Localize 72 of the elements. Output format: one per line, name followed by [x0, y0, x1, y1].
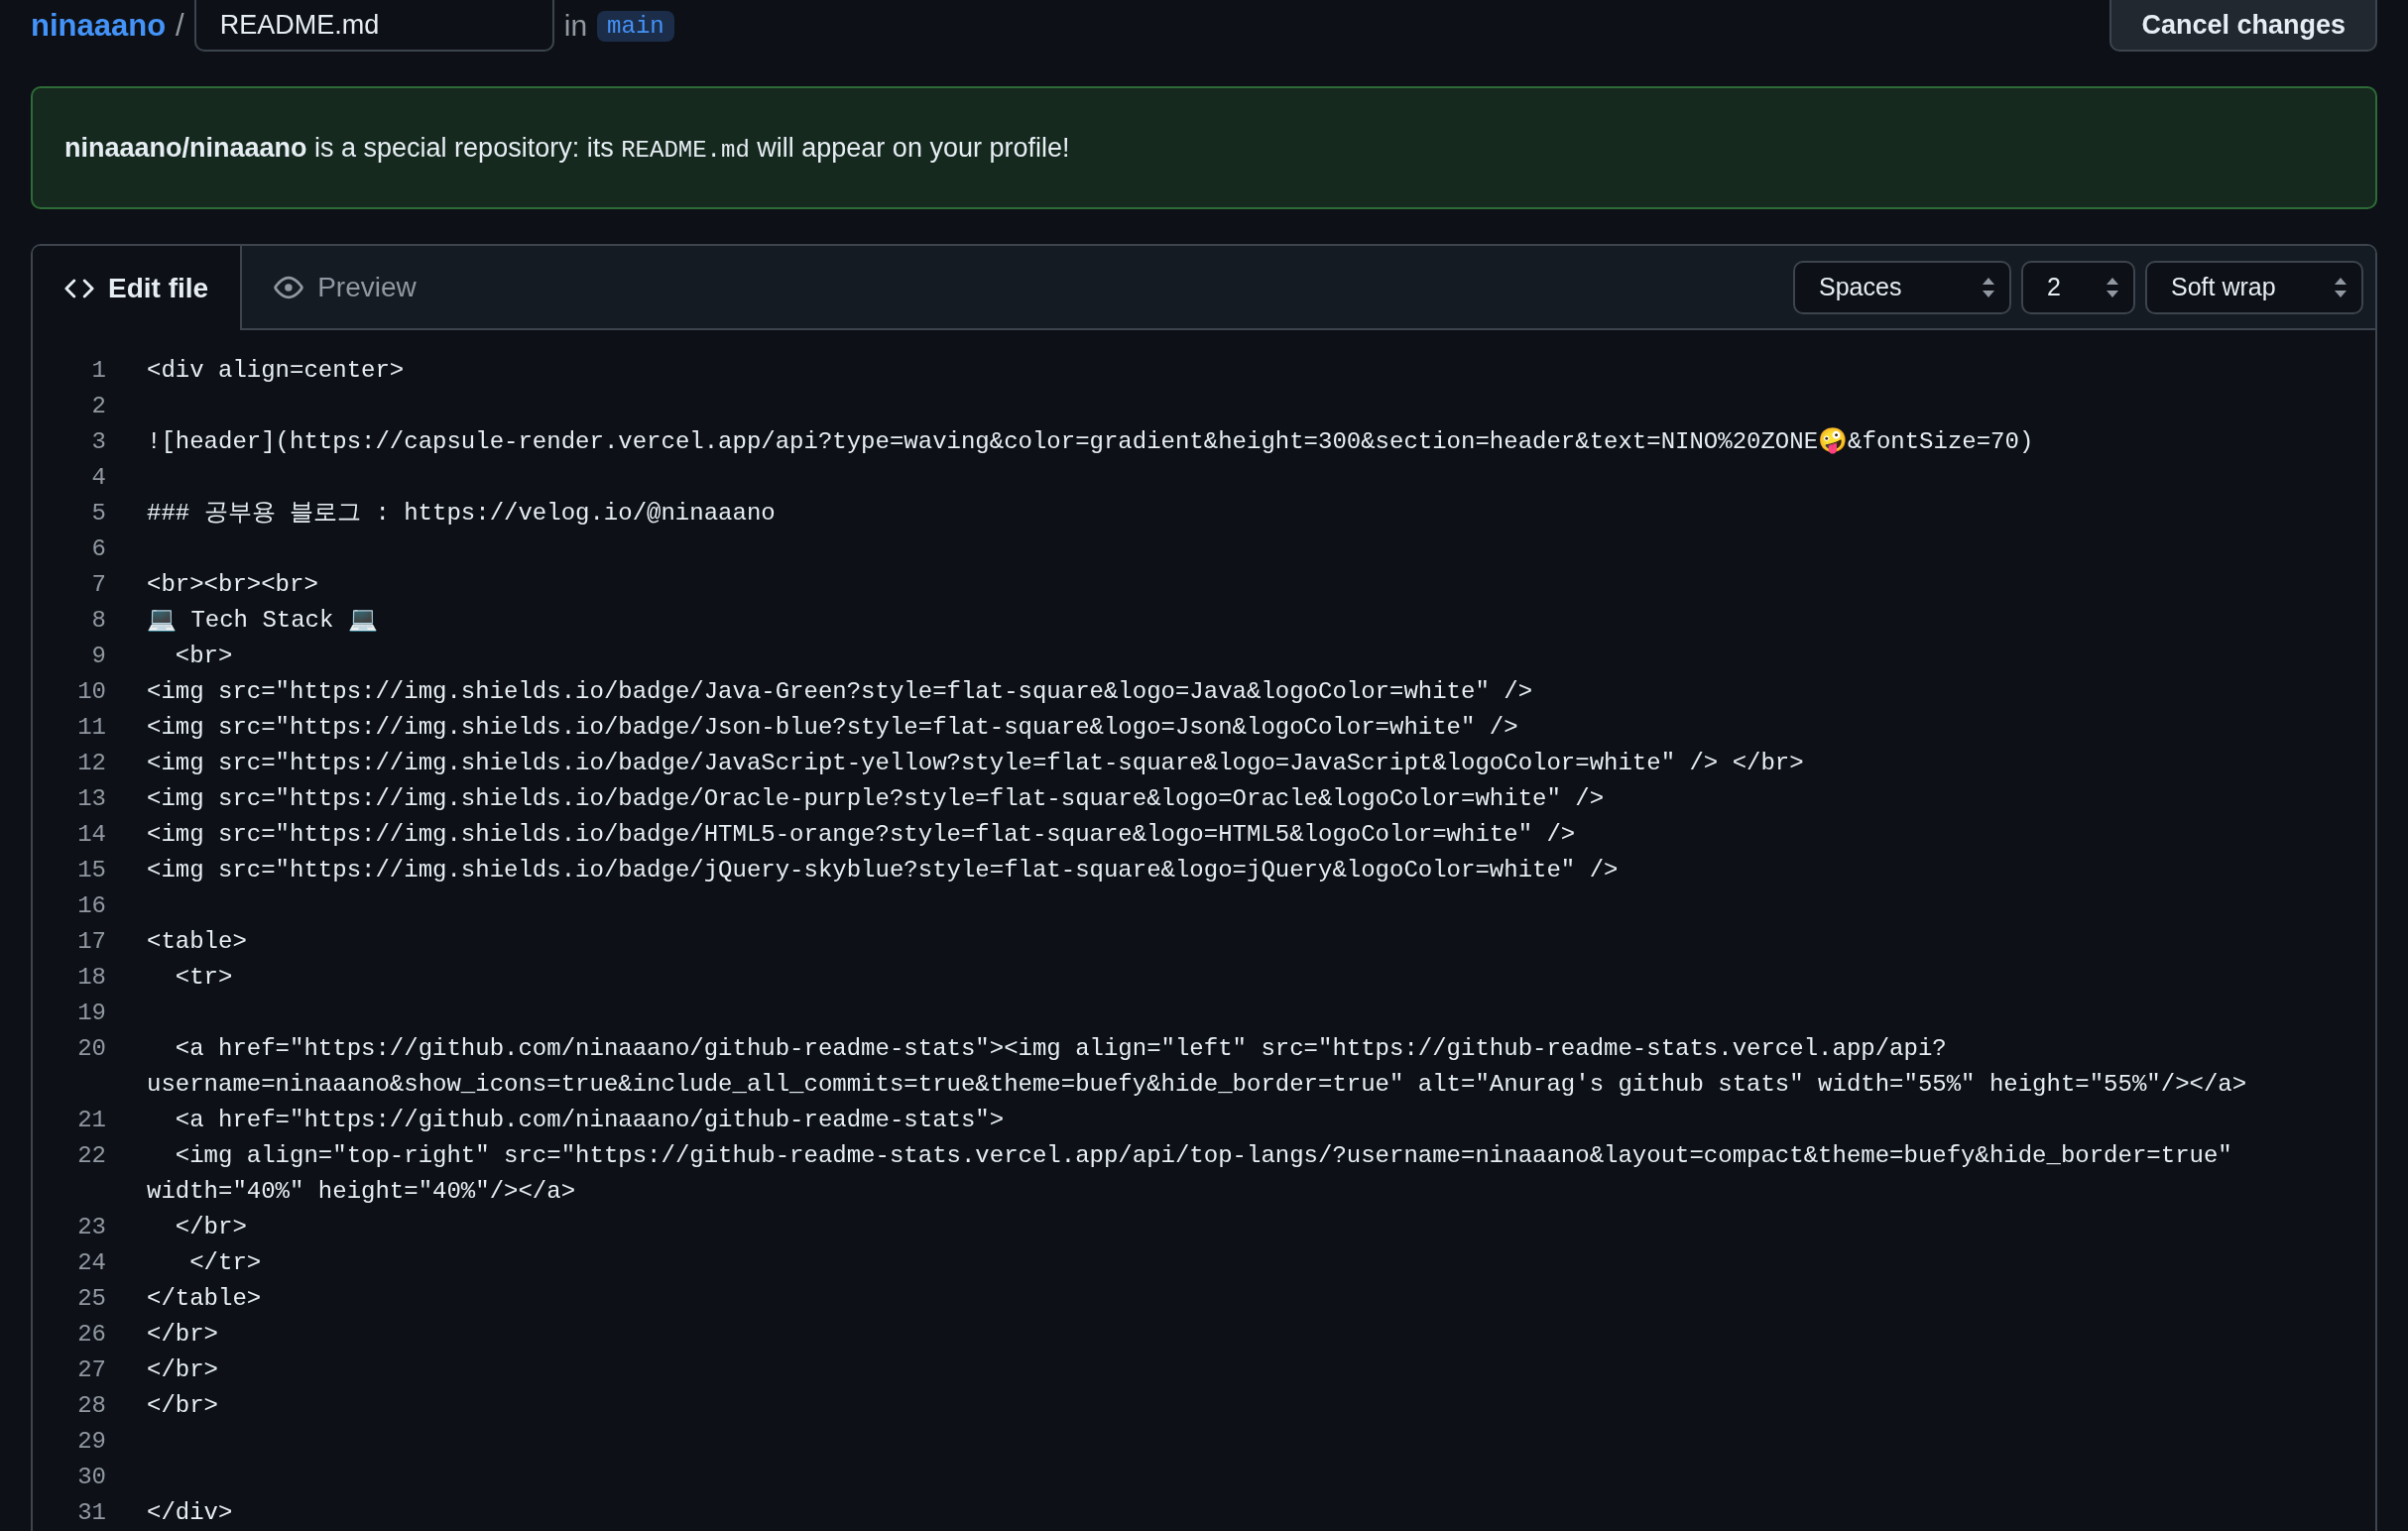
code-line: </table>: [147, 1284, 262, 1314]
line-number: 2: [90, 392, 106, 421]
line-number: 21: [76, 1106, 106, 1135]
line-number: 1: [90, 356, 106, 386]
line-number: 14: [76, 820, 106, 850]
option-select[interactable]: Soft wrap: [2145, 260, 2363, 314]
branch-label: main: [597, 10, 674, 42]
owner-link[interactable]: ninaaano: [31, 8, 167, 44]
code-line: <img src="https://img.shields.io/badge/Java-Green?style=flat-square&logo=Java&logoColor=white" />: [147, 677, 1533, 707]
line-number: 7: [90, 570, 106, 600]
code-line: </br>: [174, 1213, 247, 1242]
option-select[interactable]: Spaces: [1793, 260, 2011, 314]
code-line: ![header](https://capsule-render.vercel.app/api?type=waving&color=gradient&height=300&section=header&text=NINO%20ZONE🤪&fontSize=70): [147, 426, 2034, 457]
line-number: 26: [76, 1320, 106, 1350]
code-line: </div>: [147, 1498, 233, 1528]
line-number: 5: [90, 499, 106, 529]
line-number: 11: [76, 713, 106, 743]
editor-tab[interactable]: Preview: [242, 246, 448, 328]
code-line: <img src="https://img.shields.io/badge/jQuery-skyblue?style=flat-square&logo=jQuery&logoColor=white" />: [147, 856, 1619, 885]
line-number: 3: [90, 427, 106, 457]
code-line: </br>: [147, 1355, 218, 1385]
line-number: 9: [90, 642, 106, 671]
line-number: 31: [76, 1498, 106, 1528]
code-line: <br>: [174, 642, 233, 671]
line-number: 27: [76, 1355, 106, 1385]
code-line: <img align="top-right" src="https://github-readme-stats.vercel.app/api/top-langs/?username=ninaaano&layout=compact&theme=buefy&hide_border=true": [174, 1141, 2232, 1171]
in-label: in: [563, 9, 588, 43]
line-number: 4: [90, 463, 106, 493]
code-line: <img src="https://img.shields.io/badge/Json-blue?style=flat-square&logo=Json&logoColor=white" />: [147, 713, 1518, 743]
cancel-changes-button[interactable]: Cancel changes: [2109, 0, 2377, 52]
updown-icon: [2106, 276, 2119, 298]
code-line: width="40%" height="40%"/></a>: [147, 1177, 577, 1207]
line-number: 10: [76, 677, 106, 707]
line-number: 8: [90, 606, 106, 636]
line-number: 28: [76, 1391, 106, 1421]
code-line: </br>: [147, 1320, 218, 1350]
line-number: 18: [76, 963, 106, 993]
line-number: 19: [76, 999, 106, 1028]
line-number: 15: [76, 856, 106, 885]
code-line: <img src="https://img.shields.io/badge/JavaScript-yellow?style=flat-square&logo=JavaScript&logoColor=white" /> </br>: [147, 749, 1804, 778]
line-number: 12: [76, 749, 106, 778]
line-number: 20: [76, 1034, 106, 1064]
code-line: 💻 Tech Stack 💻: [147, 606, 378, 636]
line-number: 6: [90, 534, 106, 564]
code-line: <br><br><br>: [147, 570, 318, 600]
code-line: <img src="https://img.shields.io/badge/Oracle-purple?style=flat-square&logo=Oracle&logoColor=white" />: [147, 784, 1605, 814]
line-number: 16: [76, 891, 106, 921]
line-number: 23: [76, 1213, 106, 1242]
updown-icon: [2334, 276, 2348, 298]
code-line: <a href="https://github.com/ninaaano/github-readme-stats"><img align="left" src="https://github-readme-stats.vercel.app/api?: [174, 1034, 1948, 1064]
line-number: 30: [76, 1463, 106, 1492]
code-line: <div align=center>: [147, 356, 405, 386]
line-number: 29: [76, 1427, 106, 1457]
line-number: 24: [76, 1248, 106, 1278]
line-number: 22: [76, 1141, 106, 1171]
code-line: </tr>: [188, 1248, 262, 1278]
updown-icon: [1982, 276, 1995, 298]
code-line: <a href="https://github.com/ninaaano/github-readme-stats">: [174, 1106, 1005, 1135]
code-line: </br>: [147, 1391, 218, 1421]
code-line: <table>: [147, 927, 247, 957]
filename-field[interactable]: README.md: [193, 0, 554, 52]
code-line: username=ninaaano&show_icons=true&include_all_commits=true&theme=buefy&hide_border=true" alt="Anurag's github stats" width="55%" height="55%"/></a>: [147, 1070, 2247, 1100]
option-select[interactable]: 2: [2021, 260, 2135, 314]
line-number: 25: [76, 1284, 106, 1314]
code-line: ### 공부용 블로그 : https://velog.io/@ninaaano: [147, 499, 776, 529]
code-line: <img src="https://img.shields.io/badge/HTML5-orange?style=flat-square&logo=HTML5&logoColor=white" />: [147, 820, 1576, 850]
path-separator: /: [176, 8, 184, 44]
line-number: 13: [76, 784, 106, 814]
code-line: <tr>: [174, 963, 233, 993]
editor-tab[interactable]: Edit file: [33, 246, 243, 330]
line-number: 17: [76, 927, 106, 957]
notice-text: ninaaano/ninaaano is a special repository: its README.md will appear on your profile!: [64, 132, 1070, 164]
